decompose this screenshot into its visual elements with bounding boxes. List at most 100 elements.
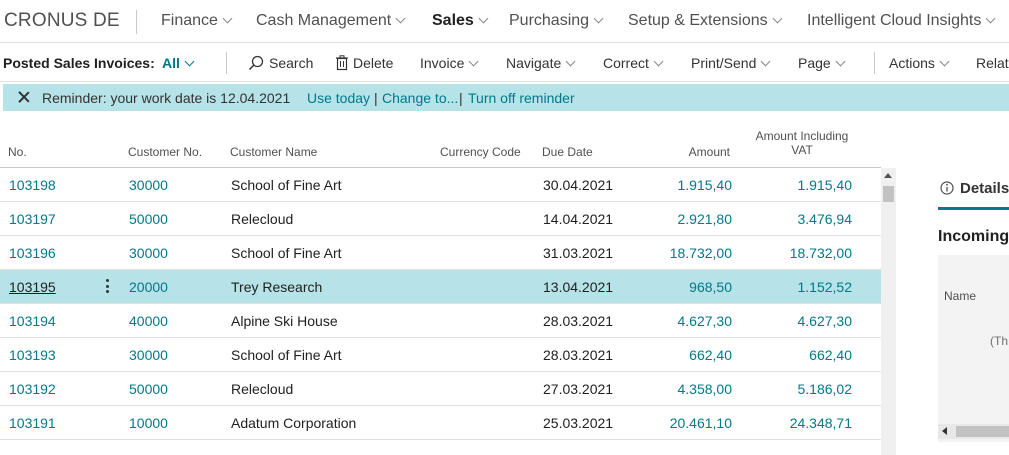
horizontal-scrollbar[interactable] [938, 424, 1009, 439]
page-menu[interactable]: Page [798, 55, 846, 71]
customer-no-link[interactable]: 30000 [129, 177, 168, 193]
link-separator: | [459, 90, 463, 106]
nav-cash-management[interactable]: Cash Management [256, 12, 406, 30]
table-row[interactable]: 103196 30000 School of Fine Art 31.03.2021 1… [0, 236, 881, 270]
chevron-down-icon [565, 56, 576, 67]
nav-finance[interactable]: Finance [161, 12, 233, 30]
invoice-no-link[interactable]: 103196 [9, 245, 56, 261]
invoice-no-link[interactable]: 103193 [9, 347, 56, 363]
customer-name-cell: Relecloud [231, 381, 294, 397]
table-row[interactable]: 103193 30000 School of Fine Art 28.03.2021 6… [0, 338, 881, 372]
customer-no-link[interactable]: 40000 [129, 313, 168, 329]
invoice-no-link[interactable]: 103197 [9, 211, 56, 227]
scrollbar-thumb[interactable] [956, 426, 1009, 437]
amount-link[interactable]: 2.921,80 [630, 211, 733, 227]
table-row[interactable]: 103192 50000 Relecloud 27.03.2021 4.358,00 5.… [0, 372, 881, 406]
customer-no-link[interactable]: 20000 [129, 279, 168, 295]
due-date-cell: 27.03.2021 [543, 381, 614, 397]
customer-name-cell: School of Fine Art [231, 245, 342, 261]
factbox-pane: Details Incoming Name (Th [898, 165, 1009, 455]
table-row[interactable]: 103198 30000 School of Fine Art 30.04.2021 1… [0, 168, 881, 202]
row-actions-icon[interactable] [106, 279, 110, 295]
customer-name-cell: Relecloud [231, 211, 294, 227]
invoice-no-link[interactable]: 103194 [9, 313, 56, 329]
invoice-menu[interactable]: Invoice [420, 55, 479, 71]
delete-button[interactable]: Delete [336, 55, 393, 72]
amount-link[interactable]: 18.732,00 [630, 245, 732, 261]
table-row[interactable]: 103195 20000 Trey Research 13.04.2021 968,50… [0, 270, 881, 304]
actions-menu[interactable]: Actions [889, 55, 950, 71]
amount-link[interactable]: 1.915,40 [630, 177, 733, 193]
amount-incl-vat-link[interactable]: 4.627,30 [750, 313, 853, 329]
table-row[interactable]: 103194 40000 Alpine Ski House 28.03.2021 4.6… [0, 304, 881, 338]
column-header-customer-name[interactable]: Customer Name [230, 145, 317, 159]
amount-incl-vat-link[interactable]: 1.915,40 [750, 177, 853, 193]
vertical-scrollbar[interactable] [881, 168, 896, 455]
related-menu[interactable]: Relate [976, 55, 1009, 71]
correct-menu[interactable]: Correct [603, 55, 664, 71]
factbox-tab-details[interactable]: Details [960, 180, 1009, 197]
due-date-cell: 31.03.2021 [543, 245, 614, 261]
invoice-no-link[interactable]: 103192 [9, 381, 56, 397]
table-header: No. Customer No. Customer Name Currency … [0, 112, 881, 168]
amount-link[interactable]: 968,50 [630, 279, 732, 295]
column-header-amount[interactable]: Amount [640, 145, 730, 159]
amount-incl-vat-link[interactable]: 18.732,00 [750, 245, 852, 261]
work-date-reminder: Reminder: your work date is 12.04.2021 U… [3, 84, 1009, 111]
chevron-down-icon [222, 13, 233, 24]
change-to-link[interactable]: Change to... [382, 90, 458, 106]
amount-link[interactable]: 4.627,30 [630, 313, 733, 329]
scroll-up-icon[interactable] [884, 173, 892, 178]
view-filter-dropdown[interactable]: All [162, 55, 195, 71]
chevron-down-icon [184, 56, 195, 67]
nav-sales[interactable]: Sales [432, 12, 489, 30]
scrollbar-thumb[interactable] [883, 186, 894, 202]
due-date-cell: 25.03.2021 [543, 415, 614, 431]
close-icon[interactable] [17, 90, 31, 104]
invoice-no-link[interactable]: 103191 [9, 415, 56, 431]
amount-incl-vat-link[interactable]: 5.186,02 [750, 381, 853, 397]
scroll-left-icon[interactable] [942, 427, 947, 435]
amount-link[interactable]: 20.461,10 [630, 415, 732, 431]
amount-incl-vat-link[interactable]: 1.152,52 [750, 279, 853, 295]
invoice-no-link[interactable]: 103198 [9, 177, 56, 193]
column-header-no[interactable]: No. [8, 145, 27, 159]
amount-incl-vat-link[interactable]: 3.476,94 [750, 211, 853, 227]
nav-intelligent-cloud-insights[interactable]: Intelligent Cloud Insights [807, 12, 996, 30]
amount-incl-vat-link[interactable]: 662,40 [750, 347, 852, 363]
table-row[interactable]: 103197 50000 Relecloud 14.04.2021 2.921,80 3.… [0, 202, 881, 236]
navigate-menu[interactable]: Navigate [506, 55, 576, 71]
company-name[interactable]: CRONUS DE [4, 10, 120, 32]
amount-link[interactable]: 4.358,00 [630, 381, 733, 397]
chevron-down-icon [985, 13, 996, 24]
chevron-down-icon [395, 13, 406, 24]
use-today-link[interactable]: Use today [307, 90, 370, 106]
column-header-currency-code[interactable]: Currency Code [440, 145, 521, 159]
customer-name-cell: Trey Research [231, 279, 323, 295]
amount-link[interactable]: 662,40 [630, 347, 732, 363]
customer-no-link[interactable]: 50000 [129, 211, 168, 227]
chevron-down-icon [468, 56, 479, 67]
chevron-down-icon [593, 13, 604, 24]
search-icon [248, 56, 264, 71]
column-header-customer-no[interactable]: Customer No. [128, 145, 202, 159]
column-header-amount-incl-vat[interactable]: Amount Including VAT [740, 129, 864, 157]
amount-incl-vat-link[interactable]: 24.348,71 [750, 415, 852, 431]
customer-no-link[interactable]: 10000 [129, 415, 168, 431]
table-row[interactable]: 103191 10000 Adatum Corporation 25.03.2021 2… [0, 406, 881, 440]
turn-off-reminder-link[interactable]: Turn off reminder [468, 90, 575, 106]
nav-setup-extensions[interactable]: Setup & Extensions [628, 12, 783, 30]
column-header-due-date[interactable]: Due Date [542, 145, 593, 159]
customer-no-link[interactable]: 50000 [129, 381, 168, 397]
chevron-down-icon [772, 13, 783, 24]
customer-no-link[interactable]: 30000 [129, 245, 168, 261]
due-date-cell: 28.03.2021 [543, 347, 614, 363]
print-send-menu[interactable]: Print/Send [691, 55, 771, 71]
invoice-no-link[interactable]: 103195 [9, 279, 56, 295]
search-button[interactable]: Search [248, 55, 313, 72]
customer-name-cell: Alpine Ski House [231, 313, 338, 329]
customer-no-link[interactable]: 30000 [129, 347, 168, 363]
table-body: 103198 30000 School of Fine Art 30.04.2021 1… [0, 168, 881, 455]
nav-purchasing[interactable]: Purchasing [509, 12, 604, 30]
divider [226, 52, 227, 74]
